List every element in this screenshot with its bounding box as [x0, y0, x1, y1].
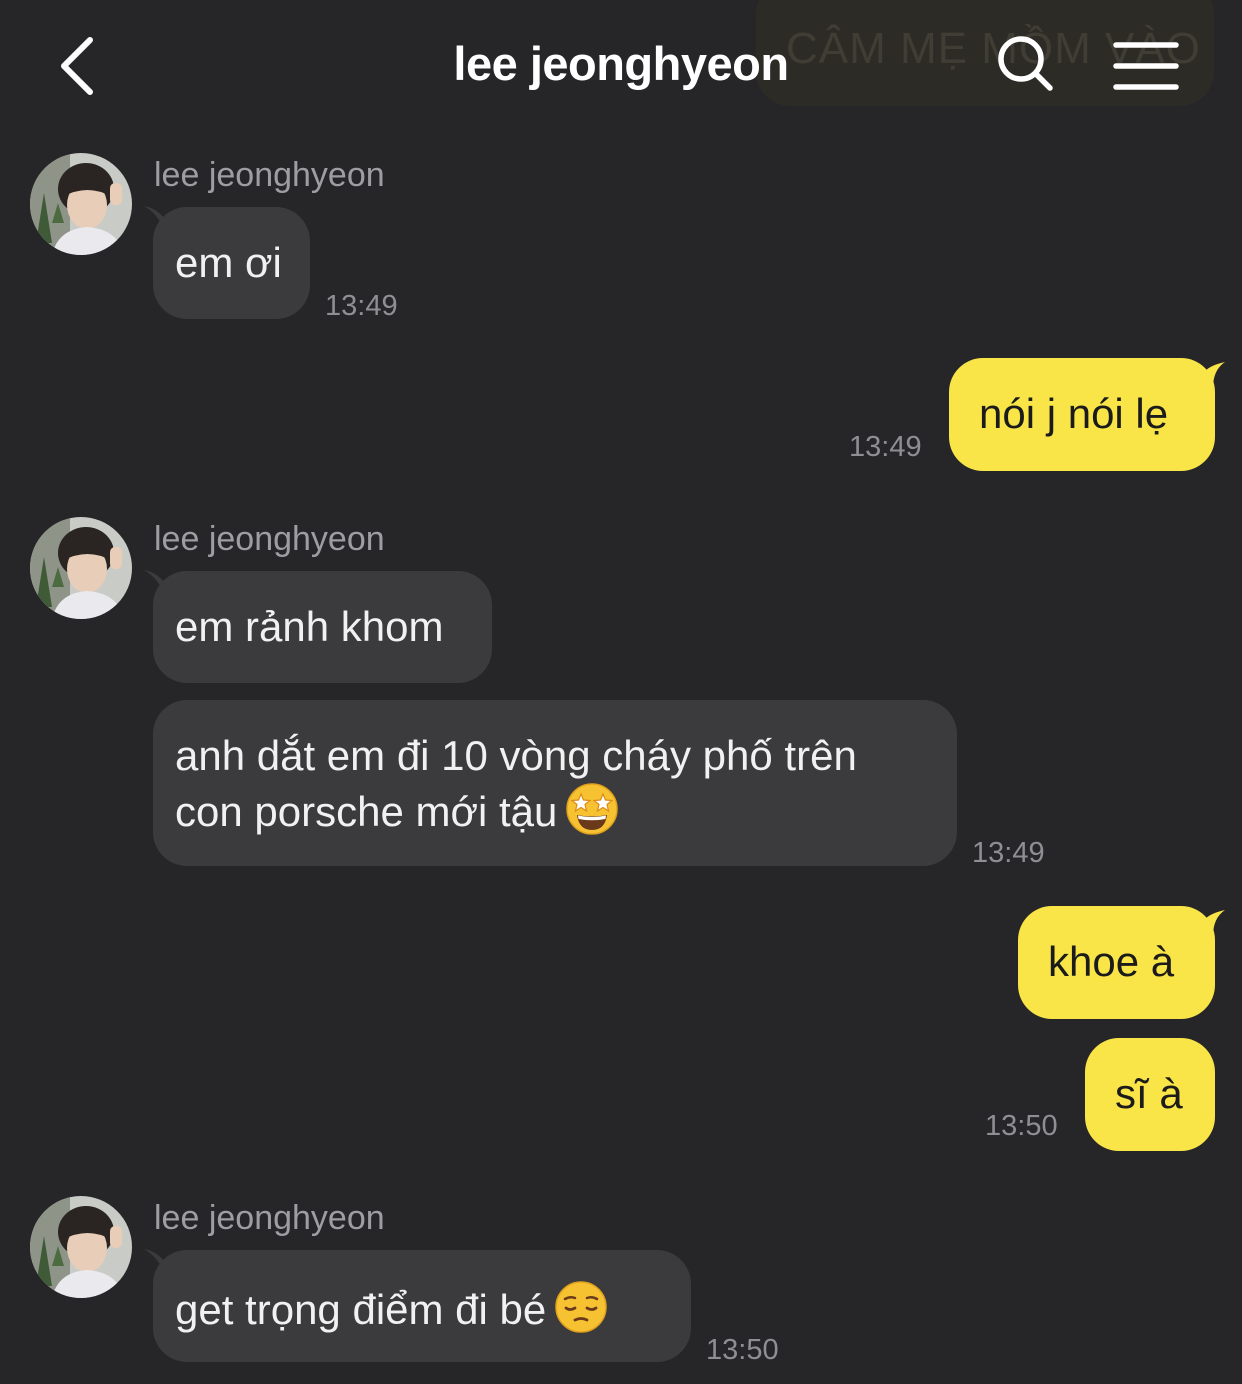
avatar[interactable] [30, 1196, 132, 1298]
message-text-line: con porsche mới tậu [175, 782, 935, 838]
avatar-photo [30, 517, 132, 619]
message-bubble-outgoing[interactable]: sĩ à [1085, 1038, 1215, 1151]
message-text: em rảnh khom [175, 603, 444, 650]
bubble-tail [1203, 910, 1225, 936]
message-bubble-outgoing[interactable]: nói j nói lẹ [949, 358, 1215, 471]
avatar-photo [30, 1196, 132, 1298]
message-text: em ơi [175, 239, 282, 286]
message-text: get trọng điểm đi bé [175, 1286, 547, 1333]
search-button[interactable] [994, 32, 1058, 96]
message-bubble-outgoing[interactable]: khoe à [1018, 906, 1215, 1019]
message-bubble-incoming[interactable]: em ơi [153, 207, 310, 319]
avatar-photo [30, 153, 132, 255]
timestamp: 13:50 [985, 1110, 1058, 1142]
timestamp: 13:49 [972, 837, 1045, 869]
message-bubble-incoming[interactable]: em rảnh khom [153, 571, 492, 683]
message-text: khoe à [1048, 938, 1175, 985]
message-text-line: anh dắt em đi 10 vòng cháy phố trên [175, 732, 857, 779]
message-bubble-incoming[interactable]: anh dắt em đi 10 vòng cháy phố trên con … [153, 700, 957, 866]
avatar[interactable] [30, 517, 132, 619]
message-text: con porsche mới tậu [175, 788, 558, 835]
message-text: sĩ à [1115, 1070, 1183, 1117]
pensive-face-emoji-icon [555, 1281, 607, 1333]
message-text: nói j nói lẹ [979, 390, 1169, 437]
hamburger-menu-icon [1113, 42, 1179, 90]
timestamp: 13:50 [706, 1334, 779, 1366]
chat-header: CÂM MẸ MỒM VÀO lee jeonghyeon [0, 0, 1242, 130]
message-bubble-incoming[interactable]: get trọng điểm đi bé [153, 1250, 691, 1362]
timestamp: 13:49 [849, 431, 922, 463]
menu-button[interactable] [1110, 36, 1182, 96]
sender-name: lee jeonghyeon [154, 156, 385, 194]
sender-name: lee jeonghyeon [154, 520, 385, 558]
search-icon [998, 36, 1053, 91]
timestamp: 13:49 [325, 290, 398, 322]
sender-name: lee jeonghyeon [154, 1199, 385, 1237]
avatar[interactable] [30, 153, 132, 255]
bubble-tail [1203, 362, 1225, 388]
star-struck-emoji-icon [566, 783, 619, 835]
